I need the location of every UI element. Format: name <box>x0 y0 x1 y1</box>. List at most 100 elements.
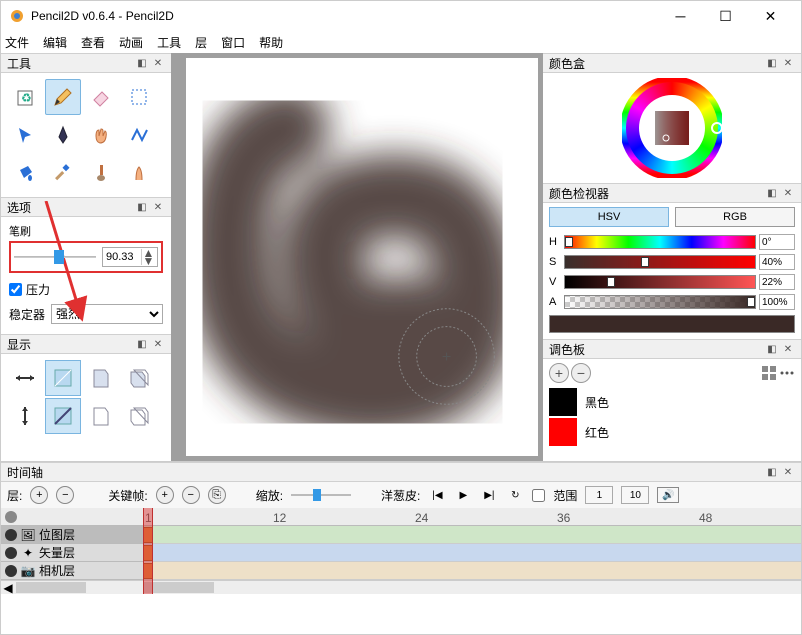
menu-tools[interactable]: 工具 <box>157 34 181 51</box>
tool-polyline[interactable] <box>121 117 157 153</box>
swatch-label: 黑色 <box>585 394 609 411</box>
undock-icon[interactable]: ◧ <box>765 342 779 356</box>
menu-view[interactable]: 查看 <box>81 34 105 51</box>
tool-pen[interactable] <box>45 117 81 153</box>
disp-mirror-v[interactable] <box>7 398 43 434</box>
tools-grid: ♻ <box>1 73 171 197</box>
v-slider[interactable] <box>564 275 756 289</box>
s-slider[interactable] <box>564 255 756 269</box>
play-play[interactable]: ▶ <box>454 487 472 503</box>
play-last[interactable]: ▶| <box>480 487 498 503</box>
disp-outlines[interactable] <box>83 360 119 396</box>
disp-overlay[interactable] <box>121 360 157 396</box>
tool-bucket[interactable] <box>7 155 43 191</box>
layer-row[interactable]: 🖼位图层 <box>1 526 143 544</box>
menu-anim[interactable]: 动画 <box>119 34 143 51</box>
disp-thin-lines-2[interactable] <box>45 398 81 434</box>
layer-row[interactable]: 📷相机层 <box>1 562 143 580</box>
tool-move[interactable] <box>7 117 43 153</box>
brush-size-spinner[interactable]: ▲▼ <box>102 247 158 267</box>
menubar: 文件 编辑 查看 动画 工具 层 窗口 帮助 <box>1 31 801 53</box>
menu-layer[interactable]: 层 <box>195 34 207 51</box>
undock-icon[interactable]: ◧ <box>765 56 779 70</box>
brush-size-row: ▲▼ <box>9 241 163 273</box>
track-camera[interactable] <box>143 562 801 580</box>
v-value[interactable]: 22% <box>759 274 795 290</box>
swatch-red[interactable] <box>549 418 577 446</box>
undock-icon[interactable]: ◧ <box>135 200 149 214</box>
close-icon[interactable]: ✕ <box>781 342 795 356</box>
menu-edit[interactable]: 编辑 <box>43 34 67 51</box>
key-dup[interactable]: ⎘ <box>208 486 226 504</box>
tool-hand[interactable] <box>83 117 119 153</box>
playhead[interactable] <box>143 508 153 594</box>
tab-rgb[interactable]: RGB <box>675 207 795 227</box>
timeline-zoom-slider[interactable] <box>291 488 351 502</box>
range-from[interactable]: 1 <box>585 486 613 504</box>
swatch-black[interactable] <box>549 388 577 416</box>
disp-thin-lines[interactable] <box>45 360 81 396</box>
window-title: Pencil2D v0.6.4 - Pencil2D <box>31 9 658 23</box>
palette-item[interactable]: 黑色 <box>549 387 795 417</box>
disp-mirror-h[interactable] <box>7 360 43 396</box>
canvas-area[interactable] <box>171 53 543 461</box>
tool-select[interactable] <box>121 79 157 115</box>
tool-clear[interactable]: ♻ <box>7 79 43 115</box>
layer-remove[interactable]: − <box>56 486 74 504</box>
key-remove[interactable]: − <box>182 486 200 504</box>
brush-size-slider[interactable] <box>14 248 96 266</box>
timeline-ruler[interactable]: 1 12 24 36 48 <box>143 508 801 526</box>
close-icon[interactable]: ✕ <box>781 56 795 70</box>
undock-icon[interactable]: ◧ <box>765 186 779 200</box>
play-first[interactable]: |◀ <box>428 487 446 503</box>
undock-icon[interactable]: ◧ <box>135 56 149 70</box>
minimize-button[interactable]: ─ <box>658 2 703 30</box>
layer-row[interactable]: ✦矢量层 <box>1 544 143 562</box>
svg-text:♻: ♻ <box>21 91 32 105</box>
undock-icon[interactable]: ◧ <box>765 465 779 479</box>
disp-overlay-2[interactable] <box>121 398 157 434</box>
track-bitmap[interactable] <box>143 526 801 544</box>
stabilizer-select[interactable]: 强烈 <box>51 304 163 324</box>
palette-menu-icon[interactable] <box>779 365 795 381</box>
tool-eraser[interactable] <box>83 79 119 115</box>
range-to[interactable]: 10 <box>621 486 649 504</box>
key-add[interactable]: + <box>156 486 174 504</box>
disp-outlines-2[interactable] <box>83 398 119 434</box>
track-vector[interactable] <box>143 544 801 562</box>
sound-button[interactable]: 🔊 <box>657 487 679 503</box>
range-label: 范围 <box>553 487 577 504</box>
h-value[interactable]: 0° <box>759 234 795 250</box>
palette-grid-icon[interactable] <box>761 365 777 381</box>
a-slider[interactable] <box>564 295 756 309</box>
s-value[interactable]: 40% <box>759 254 795 270</box>
close-icon[interactable]: ✕ <box>781 186 795 200</box>
loop-button[interactable]: ↻ <box>506 487 524 503</box>
close-icon[interactable]: ✕ <box>151 337 165 351</box>
palette-remove[interactable]: − <box>571 363 591 383</box>
brush-size-input[interactable] <box>103 251 141 263</box>
close-icon[interactable]: ✕ <box>781 465 795 479</box>
maximize-button[interactable]: ☐ <box>703 2 748 30</box>
layer-add[interactable]: + <box>30 486 48 504</box>
tab-hsv[interactable]: HSV <box>549 207 669 227</box>
tool-pencil[interactable] <box>45 79 81 115</box>
pressure-checkbox[interactable] <box>9 283 22 296</box>
range-checkbox[interactable] <box>532 489 545 502</box>
menu-help[interactable]: 帮助 <box>259 34 283 51</box>
close-button[interactable]: ✕ <box>748 2 793 30</box>
h-slider[interactable] <box>564 235 756 249</box>
timeline-panel-title: 时间轴 ◧ ✕ <box>1 462 801 482</box>
palette-item[interactable]: 红色 <box>549 417 795 447</box>
menu-file[interactable]: 文件 <box>5 34 29 51</box>
color-wheel[interactable] <box>543 73 801 183</box>
close-icon[interactable]: ✕ <box>151 200 165 214</box>
tool-eyedropper[interactable] <box>45 155 81 191</box>
palette-add[interactable]: + <box>549 363 569 383</box>
close-icon[interactable]: ✕ <box>151 56 165 70</box>
tool-smudge[interactable] <box>121 155 157 191</box>
undock-icon[interactable]: ◧ <box>135 337 149 351</box>
a-value[interactable]: 100% <box>759 294 795 310</box>
tool-brush[interactable] <box>83 155 119 191</box>
menu-window[interactable]: 窗口 <box>221 34 245 51</box>
